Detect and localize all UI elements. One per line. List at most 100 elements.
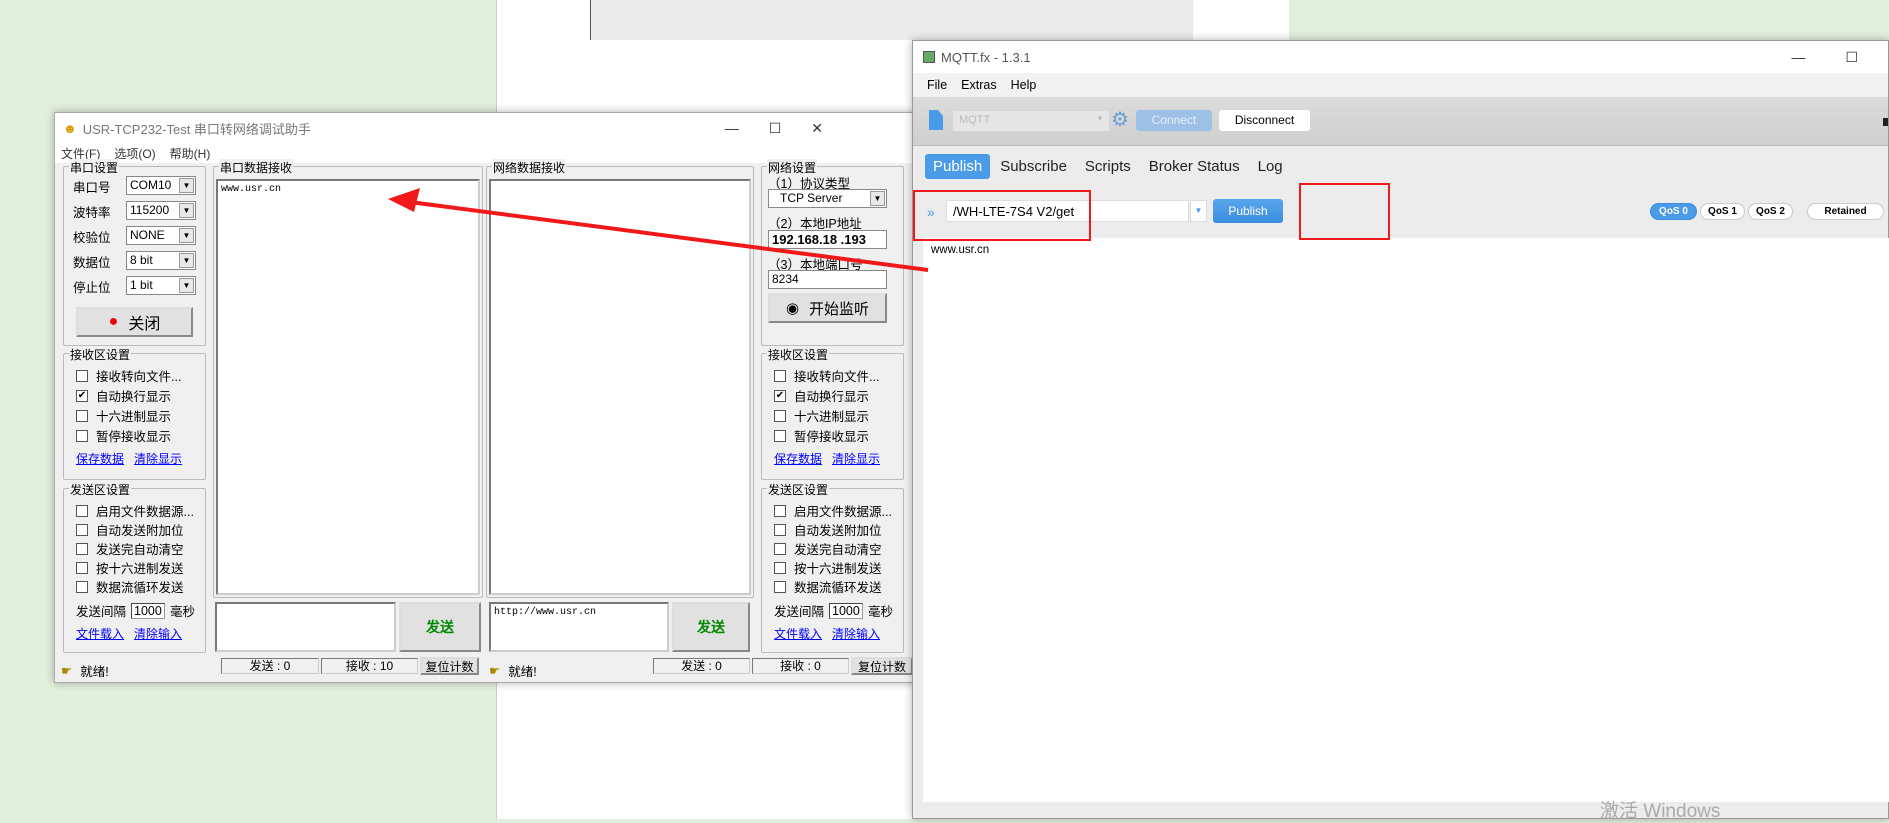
serial-recv-textarea[interactable]: www.usr.cn: [216, 179, 480, 595]
clear-display-link[interactable]: 清除显示: [134, 450, 182, 467]
retained-toggle[interactable]: Retained: [1807, 203, 1884, 220]
ip-input[interactable]: 192.168.18 .193: [768, 230, 887, 249]
menu-extras[interactable]: Extras: [961, 78, 996, 92]
close-icon[interactable]: ✕: [811, 120, 823, 137]
qos1-toggle[interactable]: QoS 1: [1700, 203, 1745, 220]
option-auto-clear[interactable]: 发送完自动清空: [76, 539, 184, 558]
checkbox[interactable]: [774, 369, 786, 382]
chevron-down-icon[interactable]: ▼: [1190, 200, 1207, 222]
checkbox[interactable]: [76, 504, 88, 517]
qos2-toggle[interactable]: QoS 2: [1748, 203, 1793, 220]
checkbox[interactable]: [774, 561, 786, 574]
option-auto-wrap[interactable]: ✔ 自动换行显示: [774, 386, 869, 405]
option-auto-wrap[interactable]: ✔ 自动换行显示: [76, 386, 171, 405]
status-text: 就绪!: [508, 665, 537, 679]
option-append-bit[interactable]: 自动发送附加位: [774, 520, 882, 539]
status-left: ☛ 就绪!: [61, 661, 109, 680]
pointing-hand-icon: ☛: [61, 664, 73, 678]
clear-input-link[interactable]: 清除输入: [832, 625, 880, 642]
close-port-button[interactable]: ● 关闭: [76, 307, 193, 337]
gear-icon[interactable]: ⚙: [1111, 107, 1129, 132]
message-textarea[interactable]: www.usr.cn: [923, 238, 1889, 802]
serial-send-button[interactable]: 发送: [399, 602, 481, 652]
chevron-down-icon: ▼: [870, 191, 885, 206]
tab-publish[interactable]: Publish: [925, 154, 991, 179]
protocol-select[interactable]: TCP Server ▼: [768, 189, 887, 208]
option-loop-send[interactable]: 数据流循环发送: [76, 577, 184, 596]
interval-input[interactable]: 1000: [131, 602, 166, 619]
load-file-link[interactable]: 文件载入: [76, 625, 124, 642]
checkbox[interactable]: [774, 542, 786, 555]
checkbox[interactable]: [76, 429, 88, 442]
checkbox[interactable]: [774, 429, 786, 442]
qos0-toggle[interactable]: QoS 0: [1650, 203, 1697, 220]
option-hex-display[interactable]: 十六进制显示: [774, 406, 869, 425]
option-hex-display[interactable]: 十六进制显示: [76, 406, 171, 425]
checkbox-checked[interactable]: ✔: [76, 389, 88, 402]
databits-select[interactable]: 8 bit ▼: [126, 251, 196, 270]
checkbox[interactable]: [774, 523, 786, 536]
checkbox[interactable]: [76, 523, 88, 536]
clear-input-link[interactable]: 清除输入: [134, 625, 182, 642]
parity-select[interactable]: NONE ▼: [126, 226, 196, 245]
serial-send-input[interactable]: [215, 602, 396, 652]
menu-help[interactable]: 帮助(H): [170, 145, 211, 162]
tab-subscribe[interactable]: Subscribe: [992, 154, 1075, 179]
checkbox[interactable]: [774, 580, 786, 593]
checkbox-checked[interactable]: ✔: [774, 389, 786, 402]
checkbox[interactable]: [76, 561, 88, 574]
option-label: 接收转向文件...: [794, 370, 880, 384]
tab-log[interactable]: Log: [1250, 154, 1291, 179]
port-input[interactable]: 8234: [768, 270, 887, 289]
option-auto-clear[interactable]: 发送完自动清空: [774, 539, 882, 558]
checkbox[interactable]: [774, 504, 786, 517]
menu-help[interactable]: Help: [1011, 78, 1037, 92]
checkbox[interactable]: [76, 580, 88, 593]
option-label: 暂停接收显示: [96, 430, 172, 444]
net-recv-textarea[interactable]: [489, 179, 751, 595]
button-label: 开始监听: [809, 300, 870, 318]
option-recv-to-file[interactable]: 接收转向文件...: [76, 366, 181, 385]
option-file-source[interactable]: 启用文件数据源...: [76, 501, 194, 520]
net-send-input[interactable]: http://www.usr.cn: [489, 602, 669, 652]
save-data-link[interactable]: 保存数据: [774, 450, 822, 467]
net-reset-count-button[interactable]: 复位计数: [851, 657, 913, 675]
profile-select[interactable]: MQTT ▼: [953, 111, 1109, 131]
checkbox[interactable]: [76, 542, 88, 555]
option-pause[interactable]: 暂停接收显示: [76, 426, 171, 445]
net-recv-settings-group: 接收区设置 接收转向文件... ✔ 自动换行显示 十六进制显示 暂停接收显示 保存…: [761, 346, 904, 480]
clear-display-link[interactable]: 清除显示: [832, 450, 880, 467]
menu-options[interactable]: 选项(O): [114, 145, 155, 162]
checkbox[interactable]: [76, 369, 88, 382]
reset-count-button[interactable]: 复位计数: [420, 657, 479, 675]
option-hex-send[interactable]: 按十六进制发送: [76, 558, 184, 577]
file-icon: [929, 110, 943, 130]
save-data-link[interactable]: 保存数据: [76, 450, 124, 467]
option-pause[interactable]: 暂停接收显示: [774, 426, 869, 445]
minimize-icon[interactable]: —: [1791, 49, 1805, 66]
publish-button[interactable]: Publish: [1213, 199, 1283, 223]
option-file-source[interactable]: 启用文件数据源...: [774, 501, 892, 520]
menu-file[interactable]: File: [927, 78, 947, 92]
stopbits-select[interactable]: 1 bit ▼: [126, 276, 196, 295]
start-listen-button[interactable]: ◉ 开始监听: [768, 293, 887, 323]
net-send-button[interactable]: 发送: [672, 602, 750, 652]
interval-input[interactable]: 1000: [829, 602, 864, 619]
load-file-link[interactable]: 文件载入: [774, 625, 822, 642]
disconnect-button[interactable]: Disconnect: [1219, 110, 1310, 131]
option-append-bit[interactable]: 自动发送附加位: [76, 520, 184, 539]
maximize-icon[interactable]: ☐: [1845, 49, 1858, 66]
option-hex-send[interactable]: 按十六进制发送: [774, 558, 882, 577]
checkbox[interactable]: [76, 409, 88, 422]
baud-select[interactable]: 115200 ▼: [126, 201, 196, 220]
option-recv-to-file[interactable]: 接收转向文件...: [774, 366, 879, 385]
option-label: 自动发送附加位: [794, 524, 882, 538]
checkbox[interactable]: [774, 409, 786, 422]
port-select[interactable]: COM10 ▼: [126, 176, 196, 195]
tab-broker-status[interactable]: Broker Status: [1141, 154, 1248, 179]
option-loop-send[interactable]: 数据流循环发送: [774, 577, 882, 596]
maximize-icon[interactable]: ☐: [769, 120, 782, 137]
tab-scripts[interactable]: Scripts: [1077, 154, 1139, 179]
connect-button[interactable]: Connect: [1136, 110, 1212, 131]
minimize-icon[interactable]: —: [725, 120, 739, 137]
